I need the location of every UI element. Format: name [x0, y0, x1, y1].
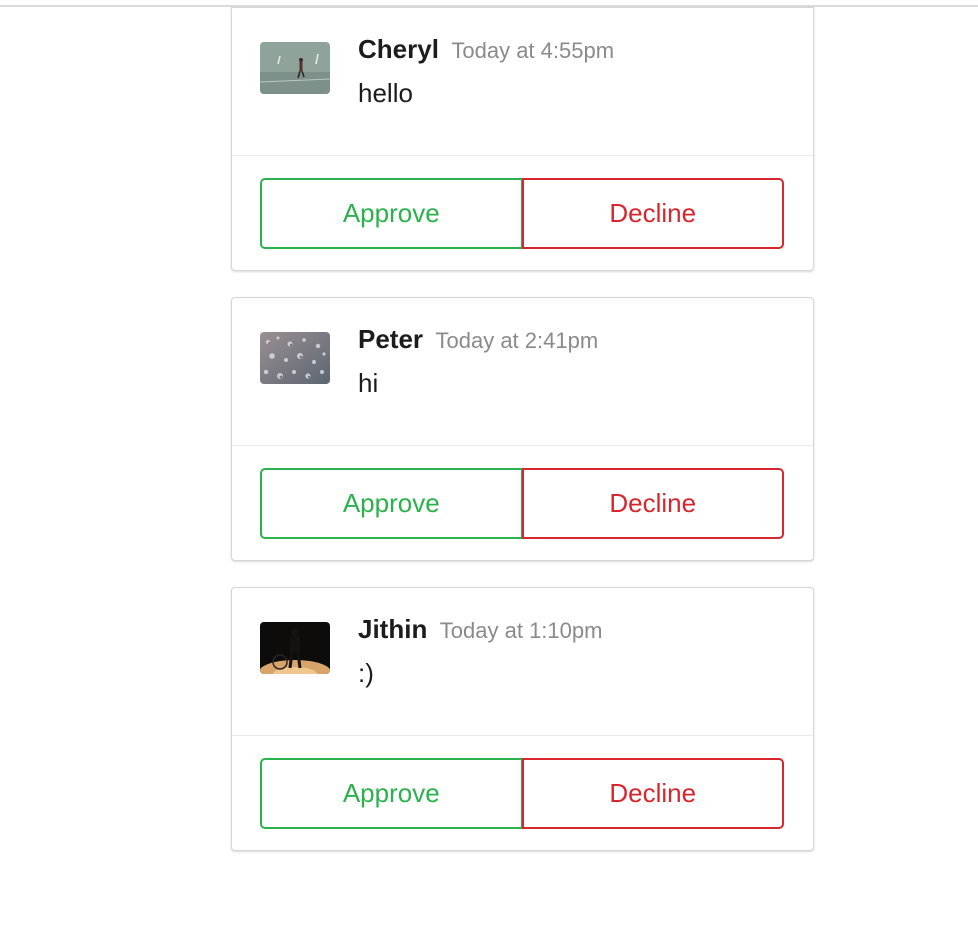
message-meta: Cheryl Today at 4:55pm [358, 34, 793, 65]
water-droplets-photo-icon [260, 332, 330, 384]
message-body: Peter Today at 2:41pm hi [232, 298, 813, 446]
decline-button[interactable]: Decline [521, 758, 784, 829]
message-body: Cheryl Today at 4:55pm hello [232, 8, 813, 156]
approve-button[interactable]: Approve [260, 178, 523, 249]
message-body: Jithin Today at 1:10pm :) [232, 588, 813, 736]
author-name[interactable]: Jithin [358, 614, 427, 644]
author-name[interactable]: Cheryl [358, 34, 439, 64]
message-meta: Jithin Today at 1:10pm [358, 614, 793, 645]
timestamp[interactable]: Today at 4:55pm [451, 38, 614, 63]
avatar[interactable] [260, 42, 330, 94]
decline-button[interactable]: Decline [521, 178, 784, 249]
message-text: :) [358, 658, 374, 688]
message-card: Jithin Today at 1:10pm :) Approve Declin… [231, 587, 814, 851]
action-buttons: Approve Decline [260, 468, 784, 539]
message-text: hello [358, 78, 413, 108]
person-walking-photo-icon [260, 42, 330, 94]
message-meta: Peter Today at 2:41pm [358, 324, 793, 355]
message-text: hi [358, 368, 379, 398]
timestamp[interactable]: Today at 2:41pm [436, 328, 599, 353]
dark-silhouette-photo-icon [260, 622, 330, 674]
message-feed: Cheryl Today at 4:55pm hello Approve Dec… [231, 7, 814, 877]
avatar[interactable] [260, 622, 330, 674]
decline-button[interactable]: Decline [521, 468, 784, 539]
approve-button[interactable]: Approve [260, 758, 523, 829]
message-card: Peter Today at 2:41pm hi Approve Decline [231, 297, 814, 561]
timestamp[interactable]: Today at 1:10pm [440, 618, 603, 643]
action-buttons: Approve Decline [260, 178, 784, 249]
avatar[interactable] [260, 332, 330, 384]
author-name[interactable]: Peter [358, 324, 423, 354]
message-card: Cheryl Today at 4:55pm hello Approve Dec… [231, 7, 814, 271]
action-buttons: Approve Decline [260, 758, 784, 829]
approve-button[interactable]: Approve [260, 468, 523, 539]
